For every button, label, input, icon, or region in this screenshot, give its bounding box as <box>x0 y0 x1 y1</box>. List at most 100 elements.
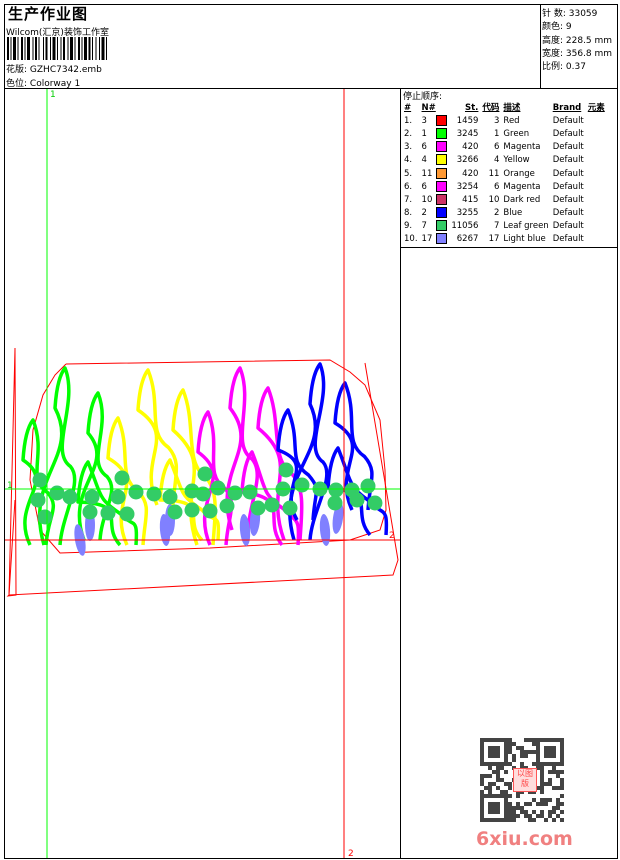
guide-label: 2 <box>348 849 354 859</box>
blossom-stitch <box>210 480 226 496</box>
qr-module <box>548 770 552 774</box>
qr-module <box>552 746 556 750</box>
qr-module <box>512 818 516 822</box>
qr-module <box>480 742 484 746</box>
blossom-stitch <box>242 484 258 500</box>
qr-module <box>552 786 556 790</box>
qr-module <box>480 758 484 762</box>
qr-module <box>484 738 488 742</box>
guide-label: 2 <box>389 531 395 541</box>
qr-module <box>504 798 508 802</box>
qr-module <box>556 770 560 774</box>
qr-module <box>556 806 560 810</box>
qr-module <box>508 786 512 790</box>
qr-module <box>504 762 508 766</box>
qr-module <box>516 802 520 806</box>
qr-module <box>488 786 492 790</box>
qr-module <box>536 762 540 766</box>
qr-module <box>480 750 484 754</box>
qr-module <box>548 738 552 742</box>
qr-module <box>508 802 512 806</box>
blossom-stitch <box>227 485 243 501</box>
blossom-stitch <box>100 505 116 521</box>
qr-module <box>540 798 544 802</box>
qr-module <box>508 810 512 814</box>
qr-module <box>496 818 500 822</box>
qr-module <box>540 738 544 742</box>
qr-module <box>552 750 556 754</box>
qr-module <box>488 810 492 814</box>
qr-module <box>504 802 508 806</box>
qr-module <box>556 802 560 806</box>
qr-module <box>492 770 496 774</box>
qr-module <box>512 758 516 762</box>
qr-module <box>480 802 484 806</box>
qr-module <box>524 750 528 754</box>
stamp-logo: 以图版 <box>513 768 537 792</box>
qr-module <box>560 770 564 774</box>
qr-module <box>544 746 548 750</box>
qr-module <box>544 818 548 822</box>
qr-module <box>484 762 488 766</box>
qr-module <box>496 754 500 758</box>
qr-module <box>544 750 548 754</box>
qr-module <box>504 818 508 822</box>
qr-module <box>532 738 536 742</box>
qr-module <box>512 814 516 818</box>
qr-module <box>552 766 556 770</box>
qr-module <box>488 766 492 770</box>
qr-module <box>548 778 552 782</box>
qr-module <box>492 738 496 742</box>
outline <box>6 347 17 597</box>
qr-module <box>548 814 552 818</box>
qr-module <box>488 762 492 766</box>
qr-module <box>540 774 544 778</box>
blossom-stitch <box>367 495 383 511</box>
qr-module <box>488 738 492 742</box>
qr-module <box>492 746 496 750</box>
qr-module <box>536 802 540 806</box>
qr-module <box>504 770 508 774</box>
qr-module <box>492 810 496 814</box>
qr-module <box>560 786 564 790</box>
qr-module <box>504 746 508 750</box>
qr-module <box>488 818 492 822</box>
qr-module <box>488 806 492 810</box>
blossom-stitch <box>184 502 200 518</box>
qr-module <box>532 798 536 802</box>
qr-module <box>532 818 536 822</box>
qr-module <box>544 754 548 758</box>
qr-module <box>520 810 524 814</box>
qr-module <box>520 746 524 750</box>
qr-module <box>540 766 544 770</box>
blossom-stitch <box>349 492 365 508</box>
qr-module <box>528 818 532 822</box>
qr-module <box>560 758 564 762</box>
qr-module <box>508 746 512 750</box>
qr-module <box>560 754 564 758</box>
qr-module <box>560 742 564 746</box>
qr-module <box>496 762 500 766</box>
qr-module <box>540 770 544 774</box>
qr-module <box>480 790 484 794</box>
qr-module <box>524 814 528 818</box>
blossom-stitch <box>219 498 235 514</box>
qr-module <box>524 738 528 742</box>
qr-module <box>492 782 496 786</box>
qr-module <box>484 774 488 778</box>
blossom-stitch <box>294 477 310 493</box>
qr-module <box>500 818 504 822</box>
qr-module <box>496 750 500 754</box>
qr-module <box>528 814 532 818</box>
qr-module <box>556 762 560 766</box>
qr-module <box>540 782 544 786</box>
qr-module <box>480 794 484 798</box>
qr-module <box>512 754 516 758</box>
qr-module <box>480 762 484 766</box>
qr-module <box>540 814 544 818</box>
qr-module <box>560 750 564 754</box>
blossom-stitch <box>37 509 53 525</box>
qr-module <box>516 746 520 750</box>
qr-module <box>532 750 536 754</box>
qr-module <box>560 782 564 786</box>
